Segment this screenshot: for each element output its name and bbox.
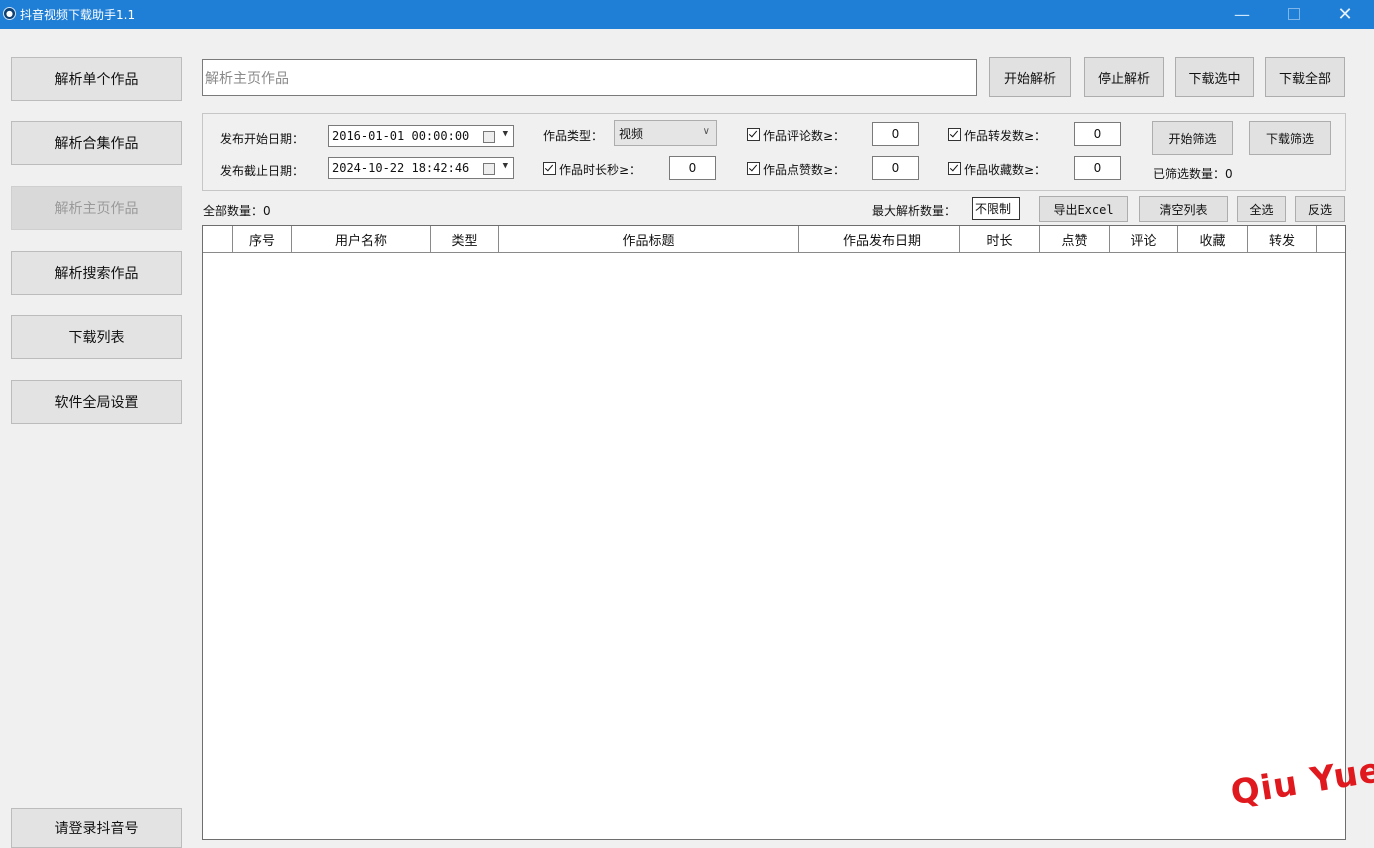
maximize-icon xyxy=(1288,8,1300,20)
type-select-value: 视频 xyxy=(619,126,644,141)
end-date-label: 发布截止日期： xyxy=(220,164,305,178)
type-label: 作品类型： xyxy=(543,129,604,143)
column-header-publish-date[interactable]: 作品发布日期 xyxy=(799,226,960,252)
stop-parse-button[interactable]: 停止解析 xyxy=(1084,57,1164,97)
sidebar-item-parse-homepage[interactable]: 解析主页作品 xyxy=(11,186,182,230)
start-date-picker[interactable]: 2016-01-01 00:00:00 ▼ xyxy=(328,125,514,147)
column-header-favorites[interactable]: 收藏 xyxy=(1178,226,1248,252)
download-all-button[interactable]: 下载全部 xyxy=(1265,57,1345,97)
favorites-filter-checkbox[interactable]: 作品收藏数≥： xyxy=(948,161,1046,178)
shares-input[interactable]: 0 xyxy=(1074,122,1121,146)
table-header: 序号 用户名称 类型 作品标题 作品发布日期 时长 点赞 评论 收藏 转发 xyxy=(203,226,1345,253)
title-bar xyxy=(0,0,1374,29)
chevron-down-icon: ▼ xyxy=(502,129,508,139)
duration-input[interactable]: 0 xyxy=(669,156,716,180)
likes-input[interactable]: 0 xyxy=(872,156,919,180)
column-header-comments[interactable]: 评论 xyxy=(1110,226,1178,252)
chevron-down-icon: ▼ xyxy=(502,161,508,171)
app-icon: ● xyxy=(3,7,16,20)
duration-label: 作品时长秒≥： xyxy=(559,163,642,177)
sidebar-item-parse-single[interactable]: 解析单个作品 xyxy=(11,57,182,101)
checkbox-checked-icon xyxy=(948,162,961,175)
download-filter-button[interactable]: 下载筛选 xyxy=(1249,121,1331,155)
filtered-count: 已筛选数量：0 xyxy=(1153,167,1233,181)
shares-filter-checkbox[interactable]: 作品转发数≥： xyxy=(948,127,1046,144)
chevron-down-icon: ∨ xyxy=(702,126,710,137)
start-parse-button[interactable]: 开始解析 xyxy=(989,57,1071,97)
likes-label: 作品点赞数≥： xyxy=(763,163,846,177)
select-all-button[interactable]: 全选 xyxy=(1237,196,1286,222)
favorites-label: 作品收藏数≥： xyxy=(964,163,1047,177)
start-filter-button[interactable]: 开始筛选 xyxy=(1152,121,1233,155)
column-header-username[interactable]: 用户名称 xyxy=(292,226,431,252)
works-table[interactable]: 序号 用户名称 类型 作品标题 作品发布日期 时长 点赞 评论 收藏 转发 xyxy=(202,225,1346,840)
checkbox-checked-icon xyxy=(948,128,961,141)
sidebar-item-parse-collection[interactable]: 解析合集作品 xyxy=(11,121,182,165)
invert-select-button[interactable]: 反选 xyxy=(1295,196,1345,222)
login-button[interactable]: 请登录抖音号 xyxy=(11,808,182,848)
minimize-button[interactable]: — xyxy=(1222,0,1262,29)
checkbox-checked-icon xyxy=(747,128,760,141)
window-title: 抖音视频下载助手1.1 xyxy=(20,8,136,22)
close-button[interactable]: ✕ xyxy=(1325,0,1365,29)
clear-list-button[interactable]: 清空列表 xyxy=(1139,196,1228,222)
export-excel-button[interactable]: 导出Excel xyxy=(1039,196,1128,222)
homepage-url-input[interactable]: 解析主页作品 xyxy=(202,59,977,96)
maximize-button[interactable] xyxy=(1274,0,1314,29)
column-header-index[interactable]: 序号 xyxy=(233,226,292,252)
likes-filter-checkbox[interactable]: 作品点赞数≥： xyxy=(747,161,845,178)
checkbox-checked-icon xyxy=(543,162,556,175)
comments-filter-checkbox[interactable]: 作品评论数≥： xyxy=(747,127,845,144)
sidebar-item-global-settings[interactable]: 软件全局设置 xyxy=(11,380,182,424)
sidebar-item-download-list[interactable]: 下载列表 xyxy=(11,315,182,359)
calendar-icon xyxy=(483,163,495,175)
shares-label: 作品转发数≥： xyxy=(964,129,1047,143)
favorites-input[interactable]: 0 xyxy=(1074,156,1121,180)
total-count: 全部数量：0 xyxy=(203,204,271,218)
download-selected-button[interactable]: 下载选中 xyxy=(1175,57,1254,97)
calendar-icon xyxy=(483,131,495,143)
column-header-shares[interactable]: 转发 xyxy=(1248,226,1317,252)
start-date-label: 发布开始日期： xyxy=(220,132,305,146)
column-header-filler xyxy=(1317,226,1345,252)
max-parse-input[interactable]: 不限制 xyxy=(972,197,1020,220)
checkbox-checked-icon xyxy=(747,162,760,175)
column-header-title[interactable]: 作品标题 xyxy=(499,226,799,252)
column-header-likes[interactable]: 点赞 xyxy=(1040,226,1110,252)
column-header-type[interactable]: 类型 xyxy=(431,226,499,252)
max-parse-label: 最大解析数量： xyxy=(872,204,957,218)
sidebar-item-parse-search[interactable]: 解析搜索作品 xyxy=(11,251,182,295)
type-select[interactable]: 视频 ∨ xyxy=(614,120,717,146)
start-date-value: 2016-01-01 00:00:00 xyxy=(332,129,470,143)
column-header-selector[interactable] xyxy=(203,226,233,252)
end-date-picker[interactable]: 2024-10-22 18:42:46 ▼ xyxy=(328,157,514,179)
column-header-duration[interactable]: 时长 xyxy=(960,226,1040,252)
comments-input[interactable]: 0 xyxy=(872,122,919,146)
duration-filter-checkbox[interactable]: 作品时长秒≥： xyxy=(543,161,641,178)
comments-label: 作品评论数≥： xyxy=(763,129,846,143)
end-date-value: 2024-10-22 18:42:46 xyxy=(332,161,470,175)
